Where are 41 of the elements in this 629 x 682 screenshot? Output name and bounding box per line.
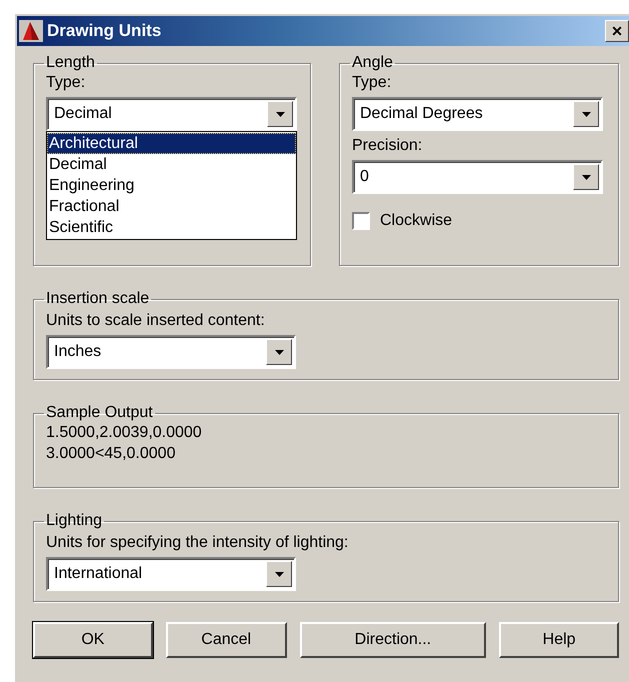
dropdown-field[interactable]: 0 [352, 160, 603, 194]
dropdown-field[interactable]: Decimal Degrees [352, 97, 603, 131]
sample-text: 3.0000<45,0.0000 [46, 444, 176, 464]
group-title: Lighting [45, 512, 104, 530]
list-item[interactable]: Scientific [47, 217, 296, 238]
down-arrow-icon [276, 112, 284, 116]
list-item[interactable]: Engineering [47, 175, 296, 196]
field-label: Units for specifying the intensity of lighting: [46, 534, 350, 552]
list-item[interactable]: Architectural [47, 133, 296, 154]
dropdown-field[interactable]: International [46, 557, 296, 591]
field-label: Precision: [352, 137, 424, 155]
dialog-button[interactable]: Cancel [166, 622, 287, 658]
checkbox-label: Clockwise [380, 212, 452, 230]
dropdown-field[interactable]: Decimal [46, 97, 297, 131]
checkbox[interactable] [352, 212, 370, 230]
group-title: Insertion scale [45, 290, 150, 308]
down-arrow-icon [274, 572, 284, 576]
window-title: Drawing Units [47, 21, 162, 41]
down-arrow-icon [582, 174, 590, 180]
group-title: Sample Output [45, 404, 154, 422]
dropdown-field[interactable]: Inches [46, 335, 296, 369]
dropdown-arrow-button[interactable] [266, 339, 292, 365]
dropdown-arrow-button[interactable] [573, 101, 599, 127]
group-title: Angle [351, 54, 394, 72]
down-arrow-icon [582, 112, 590, 116]
field-label: Type: [352, 74, 392, 92]
dialog-button[interactable]: Direction... [300, 622, 486, 658]
dropdown-arrow-button[interactable] [267, 101, 293, 127]
dialog-button[interactable]: Help [499, 622, 619, 658]
sample-text: 1.5000,2.0039,0.0000 [46, 423, 203, 443]
down-arrow-icon [274, 350, 284, 354]
close-button[interactable]: × [605, 20, 629, 42]
dropdown-arrow-button[interactable] [266, 561, 292, 587]
list-item[interactable]: Fractional [47, 196, 296, 217]
field-label: Units to scale inserted content: [46, 312, 266, 330]
dropdown-arrow-button[interactable] [573, 164, 599, 190]
app-icon [19, 20, 43, 42]
field-label: Type: [46, 74, 86, 92]
group-title: Length [45, 54, 96, 72]
list-item[interactable]: Decimal [47, 154, 296, 175]
dialog-button[interactable]: OK [33, 622, 153, 658]
